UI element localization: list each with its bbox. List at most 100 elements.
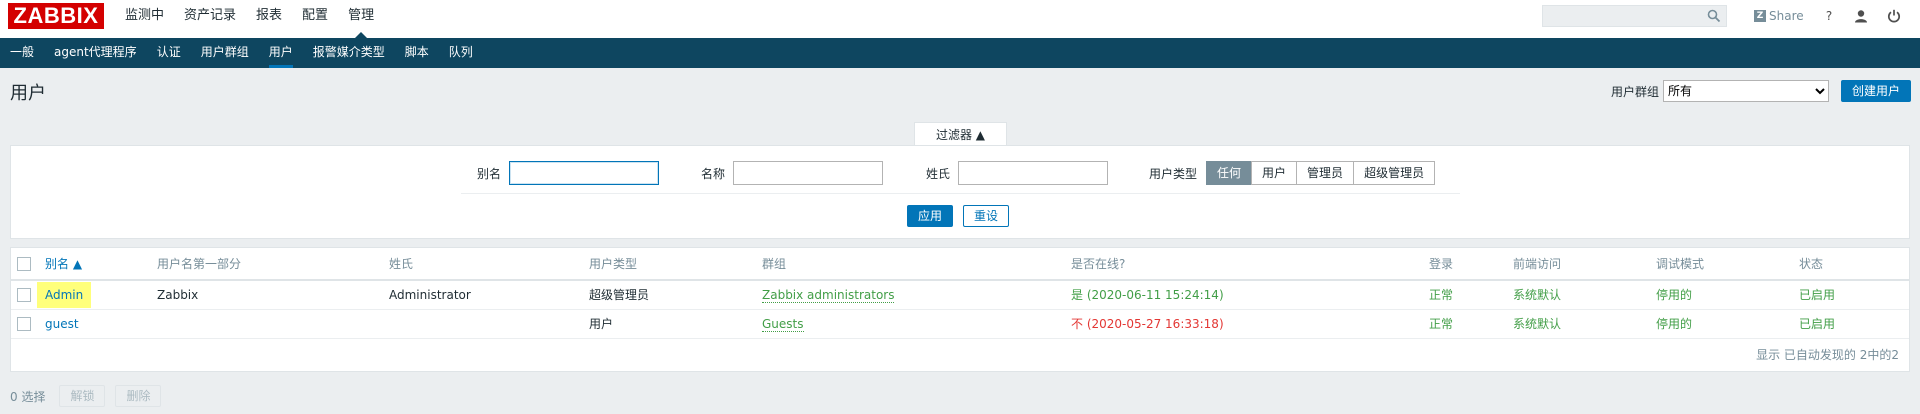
header-controls: 用户群组 所有 创建用户 — [1611, 80, 1911, 102]
col-name[interactable]: 用户名第一部分 — [157, 248, 389, 281]
user-type-any[interactable]: 任何 — [1206, 161, 1253, 185]
user-type-segmented: 任何 用户 管理员 超级管理员 — [1206, 161, 1436, 185]
delete-button[interactable]: 删除 — [115, 385, 162, 407]
select-all-checkbox[interactable] — [17, 256, 31, 271]
page-title: 用户 — [10, 83, 46, 104]
user-type-label: 用户类型 — [1149, 166, 1198, 181]
debug-mode-cell: 停用的 — [1656, 280, 1799, 310]
apply-button[interactable]: 应用 — [907, 205, 954, 227]
subnav-proxies[interactable]: agent代理程序 — [44, 38, 147, 68]
col-frontend-access: 前端访问 — [1513, 248, 1656, 281]
top-bar: ZABBIX 监测中 资产记录 报表 配置 管理 Z Share ? — [0, 0, 1920, 38]
users-table: 别名 ▲ 用户名第一部分 姓氏 用户类型 群组 是否在线? 登录 前端访问 调试… — [11, 248, 1909, 339]
row-select-cell — [11, 309, 45, 339]
create-user-button[interactable]: 创建用户 — [1840, 80, 1911, 102]
alias-label: 别名 — [477, 166, 502, 181]
col-debug-mode: 调试模式 — [1656, 248, 1799, 281]
surname-label: 姓氏 — [926, 166, 951, 181]
surname-filter: 姓氏 — [926, 161, 1109, 185]
col-surname[interactable]: 姓氏 — [389, 248, 589, 281]
share-label: Share — [1769, 9, 1804, 23]
row-checkbox[interactable] — [17, 288, 31, 302]
name-input[interactable] — [733, 161, 884, 185]
menu-inventory[interactable]: 资产记录 — [174, 0, 246, 38]
filter-tab[interactable]: 过滤器 ▲ — [914, 122, 1007, 146]
status-cell[interactable]: 已启用 — [1799, 309, 1909, 339]
collapse-arrow-icon: ▲ — [975, 128, 986, 142]
row-checkbox[interactable] — [17, 316, 31, 331]
subnav-authentication[interactable]: 认证 — [147, 38, 191, 68]
mass-actions: 0 选择 解锁 删除 — [10, 385, 171, 407]
user-type-cell: 超级管理员 — [589, 280, 762, 310]
global-search — [1542, 5, 1727, 27]
name-label: 名称 — [701, 166, 726, 181]
menu-configuration[interactable]: 配置 — [292, 0, 338, 38]
name-cell: Zabbix — [157, 280, 389, 310]
frontend-access-cell: 系统默认 — [1513, 280, 1656, 310]
subnav-user-groups[interactable]: 用户群组 — [191, 38, 259, 68]
table-stats: 显示 已自动发现的 2中的2 — [1756, 348, 1899, 362]
zabbix-logo[interactable]: ZABBIX — [8, 3, 104, 29]
reset-button[interactable]: 重设 — [963, 205, 1010, 227]
surname-cell: Administrator — [389, 280, 589, 310]
filter-tab-label: 过滤器 — [935, 128, 972, 142]
col-groups: 群组 — [762, 248, 1071, 281]
menu-administration[interactable]: 管理 — [338, 0, 384, 38]
subnav-queue[interactable]: 队列 — [439, 38, 483, 68]
user-alias-link[interactable]: guest — [45, 317, 79, 331]
frontend-access-cell: 系统默认 — [1513, 309, 1656, 339]
select-all-cell — [11, 248, 45, 281]
alias-cell: Admin — [37, 280, 157, 310]
selected-count: 0 选择 — [10, 389, 46, 404]
name-filter: 名称 — [701, 161, 884, 185]
user-group-label: 用户群组 — [1610, 84, 1659, 99]
user-type-cell: 用户 — [589, 309, 762, 339]
menu-reports[interactable]: 报表 — [246, 0, 292, 38]
unblock-button[interactable]: 解锁 — [59, 385, 106, 407]
filter-buttons: 应用 重设 — [907, 205, 1019, 227]
alias-cell: guest — [45, 309, 157, 339]
search-icon[interactable] — [1707, 9, 1721, 26]
col-login: 登录 — [1429, 248, 1513, 281]
groups-cell: Guests — [762, 309, 1071, 339]
subnav-general[interactable]: 一般 — [0, 38, 44, 68]
alias-filter: 别名 — [477, 161, 660, 185]
search-input[interactable] — [1543, 6, 1703, 26]
user-type-admin[interactable]: 管理员 — [1296, 161, 1355, 185]
col-alias[interactable]: 别名 ▲ — [45, 248, 157, 281]
name-cell — [157, 309, 389, 339]
login-cell: 正常 — [1429, 309, 1513, 339]
col-online: 是否在线? — [1071, 248, 1429, 281]
filter-divider — [461, 193, 1460, 194]
table-row: Admin Zabbix Administrator 超级管理员 Zabbix … — [11, 280, 1909, 310]
debug-mode-cell: 停用的 — [1656, 309, 1799, 339]
table-header-row: 别名 ▲ 用户名第一部分 姓氏 用户类型 群组 是否在线? 登录 前端访问 调试… — [11, 248, 1909, 281]
group-link[interactable]: Zabbix administrators — [762, 287, 895, 303]
user-type-super-admin[interactable]: 超级管理员 — [1353, 161, 1436, 185]
share-link[interactable]: Z Share — [1754, 8, 1804, 24]
users-table-panel: 别名 ▲ 用户名第一部分 姓氏 用户类型 群组 是否在线? 登录 前端访问 调试… — [10, 247, 1910, 372]
alias-input[interactable] — [509, 161, 660, 185]
user-alias-link[interactable]: Admin — [37, 281, 92, 308]
user-type-user[interactable]: 用户 — [1251, 161, 1298, 185]
menu-monitoring[interactable]: 监测中 — [115, 0, 174, 38]
col-user-type[interactable]: 用户类型 — [589, 248, 762, 281]
user-profile-icon[interactable] — [1852, 7, 1870, 25]
surname-input[interactable] — [958, 161, 1109, 185]
subnav-users[interactable]: 用户 — [259, 38, 303, 68]
sub-navigation: 一般 agent代理程序 认证 用户群组 用户 报警媒介类型 脚本 队列 — [0, 38, 1920, 68]
main-menu: 监测中 资产记录 报表 配置 管理 — [115, 0, 384, 38]
subnav-media-types[interactable]: 报警媒介类型 — [303, 38, 395, 68]
table-row: guest 用户 Guests 不 (2020-05-27 16:33:18) … — [11, 309, 1909, 339]
status-cell[interactable]: 已启用 — [1799, 280, 1909, 310]
zabbix-share-icon: Z — [1754, 10, 1766, 22]
help-icon[interactable]: ? — [1820, 7, 1838, 25]
login-cell: 正常 — [1429, 280, 1513, 310]
online-cell: 是 (2020-06-11 15:24:14) — [1071, 280, 1429, 310]
user-group-select[interactable]: 所有 — [1662, 80, 1829, 102]
groups-cell: Zabbix administrators — [762, 280, 1071, 310]
group-link[interactable]: Guests — [762, 316, 804, 332]
sign-out-icon[interactable] — [1885, 7, 1903, 25]
subnav-scripts[interactable]: 脚本 — [395, 38, 439, 68]
surname-cell — [389, 309, 589, 339]
